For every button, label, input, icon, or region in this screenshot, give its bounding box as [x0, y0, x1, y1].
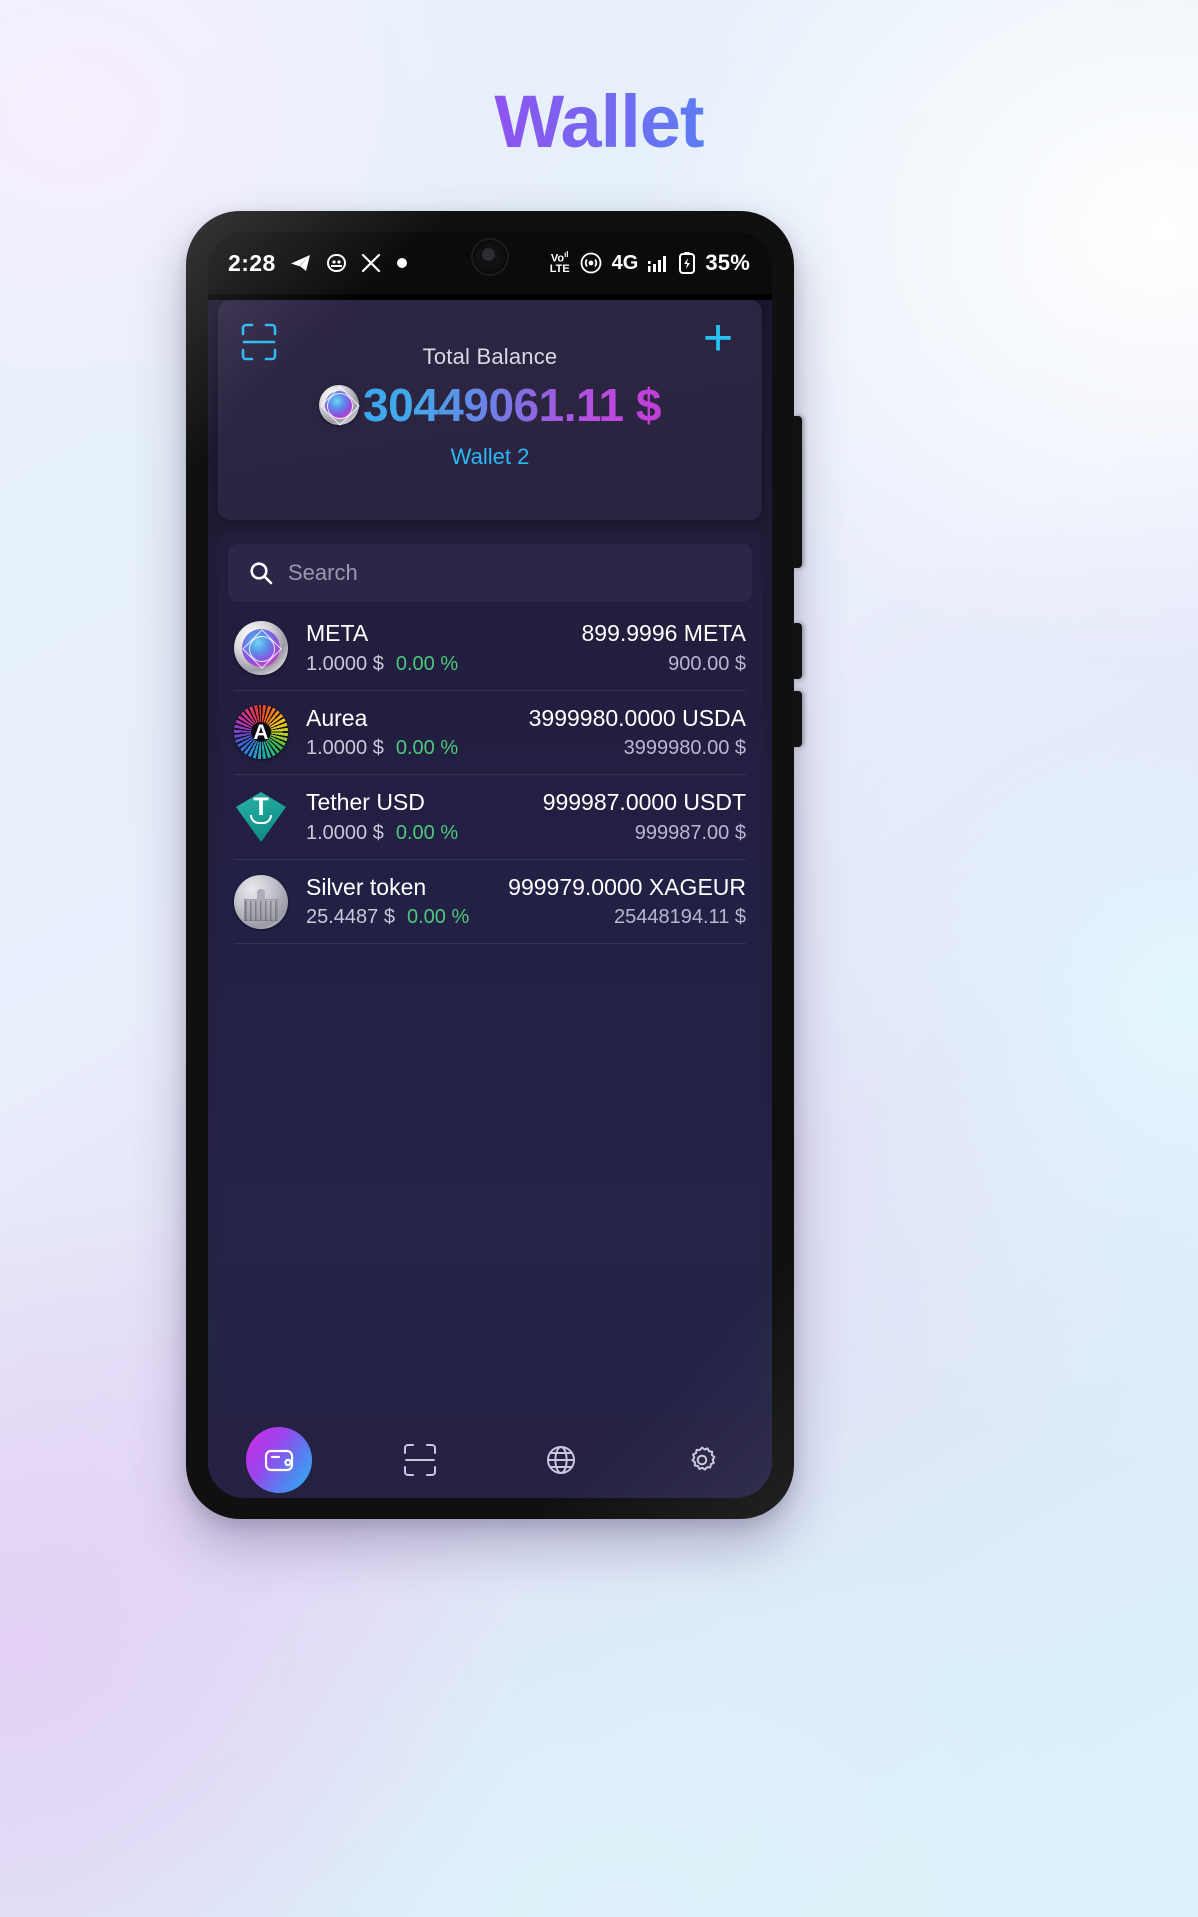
nav-item-settings[interactable] — [669, 1427, 735, 1493]
token-name: Aurea — [306, 704, 368, 731]
search-input[interactable]: Search — [228, 544, 752, 602]
status-bar: 2:28 Voıl LTE 4G 35% — [208, 232, 772, 294]
network-type: 4G — [611, 251, 639, 274]
total-balance-amount: 30449061.11 $ — [363, 379, 661, 431]
search-icon — [250, 562, 273, 585]
balance-label: Total Balance — [422, 344, 558, 369]
status-time: 2:28 — [228, 249, 276, 276]
token-name: Tether USD — [306, 789, 425, 816]
meta-coin-icon — [319, 385, 360, 425]
token-change: 0.00 % — [406, 906, 470, 929]
volte-icon: Voıl LTE — [549, 249, 570, 276]
nav-item-scan[interactable] — [387, 1427, 453, 1493]
table-row[interactable]: A Aurea 1.0000 $ 0.00 % 3999980.0000 USD… — [234, 691, 746, 776]
app-icon — [326, 254, 346, 272]
meta-coin-icon — [234, 620, 288, 675]
scan-icon[interactable] — [240, 322, 278, 362]
power-button[interactable] — [793, 416, 802, 568]
gear-icon — [691, 1446, 715, 1471]
bottom-navigation — [208, 1416, 772, 1498]
table-row[interactable]: META 1.0000 $ 0.00 % 899.9996 META 900.0… — [234, 606, 746, 691]
dot-icon — [396, 258, 407, 268]
add-wallet-button[interactable]: + — [694, 309, 742, 367]
token-amount: 899.9996 META — [581, 620, 746, 646]
silver-coin-icon — [234, 874, 288, 929]
aurea-coin-icon: A — [234, 705, 288, 760]
token-amount: 999987.0000 USDT — [542, 789, 746, 816]
app-content: + Total Balance 30449061.11 $ Wallet 2 S… — [208, 300, 772, 1498]
hotspot-icon — [580, 252, 602, 274]
page-title: Wallet — [0, 79, 1198, 164]
x-icon — [361, 253, 380, 273]
token-value: 25448194.11 $ — [614, 906, 746, 929]
token-change: 0.00 % — [395, 821, 459, 844]
volume-down-button[interactable] — [793, 691, 802, 747]
token-value: 999987.00 $ — [634, 821, 746, 844]
tether-coin-icon: T — [234, 790, 288, 844]
token-price: 1.0000 $ — [306, 737, 384, 760]
token-price: 25.4487 $ — [306, 906, 395, 929]
globe-icon — [546, 1446, 575, 1474]
plus-icon: + — [702, 309, 734, 367]
token-change: 0.00 % — [395, 737, 459, 760]
wallet-name[interactable]: Wallet 2 — [218, 444, 762, 470]
front-camera — [473, 240, 507, 274]
token-list: META 1.0000 $ 0.00 % 899.9996 META 900.0… — [218, 602, 762, 945]
token-name: Silver token — [306, 873, 427, 900]
token-name: META — [306, 620, 369, 646]
volume-up-button[interactable] — [793, 623, 802, 679]
token-price: 1.0000 $ — [306, 652, 384, 675]
token-list-panel: Search META 1.0000 $ 0.00 % 899.9996 MET… — [218, 532, 762, 1482]
token-price: 1.0000 $ — [306, 821, 384, 844]
token-amount: 999979.0000 XAGEUR — [508, 873, 746, 900]
balance-card: + Total Balance 30449061.11 $ Wallet 2 — [218, 300, 762, 520]
signal-icon — [648, 256, 667, 272]
token-value: 3999980.00 $ — [623, 737, 746, 760]
phone-device: 2:28 Voıl LTE 4G 35% + Total Balance 304… — [186, 211, 802, 1519]
wallet-icon — [264, 1449, 293, 1472]
token-amount: 3999980.0000 USDA — [528, 704, 746, 731]
battery-charging-icon — [679, 252, 696, 274]
token-value: 900.00 $ — [668, 652, 746, 675]
scan-icon — [403, 1444, 436, 1476]
balance-row: 30449061.11 $ — [218, 378, 762, 432]
token-change: 0.00 % — [395, 652, 459, 675]
search-wrap: Search — [218, 532, 762, 602]
phone-screen: 2:28 Voıl LTE 4G 35% + Total Balance 304… — [208, 232, 772, 1498]
battery-percent: 35% — [705, 250, 750, 275]
table-row[interactable]: T Tether USD 1.0000 $ 0.00 % 999987.0000… — [234, 775, 746, 860]
telegram-icon — [290, 255, 310, 271]
table-row[interactable]: Silver token 25.4487 $ 0.00 % 999979.000… — [234, 860, 746, 945]
nav-item-wallet[interactable] — [245, 1427, 312, 1493]
nav-item-browser[interactable] — [528, 1427, 594, 1493]
search-placeholder: Search — [288, 560, 358, 585]
